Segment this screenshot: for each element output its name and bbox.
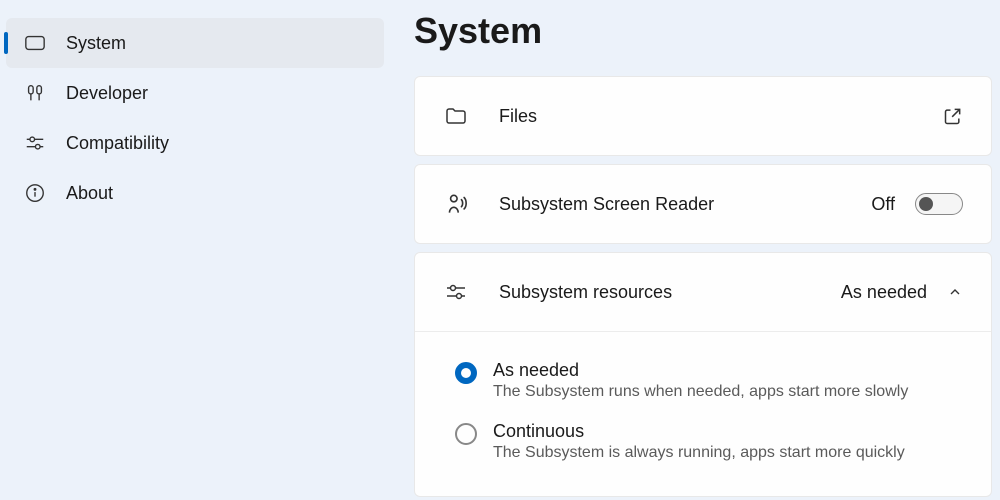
sidebar-item-about[interactable]: About (6, 168, 384, 218)
sidebar-item-developer[interactable]: Developer (6, 68, 384, 118)
screen-reader-toggle[interactable] (915, 193, 963, 215)
main-content: System Files (390, 0, 1000, 500)
resources-card: Subsystem resources As needed As needed … (414, 252, 992, 497)
resources-header[interactable]: Subsystem resources As needed (415, 253, 991, 331)
option-title: As needed (493, 360, 908, 381)
screen-reader-status: Off (871, 194, 895, 215)
display-icon (24, 32, 46, 54)
resources-options: As needed The Subsystem runs when needed… (415, 332, 991, 496)
sliders-icon (443, 279, 469, 305)
sidebar: System Developer Compatibility (0, 0, 390, 500)
page-title: System (414, 10, 992, 52)
resources-label: Subsystem resources (499, 282, 841, 303)
accessibility-icon (443, 191, 469, 217)
resource-option-continuous[interactable]: Continuous The Subsystem is always runni… (455, 411, 963, 472)
files-label: Files (499, 106, 943, 127)
resource-option-as-needed[interactable]: As needed The Subsystem runs when needed… (455, 350, 963, 411)
resources-value: As needed (841, 282, 927, 303)
sidebar-item-label: Compatibility (66, 133, 169, 154)
developer-icon (24, 82, 46, 104)
sliders-icon (24, 132, 46, 154)
sidebar-item-label: Developer (66, 83, 148, 104)
files-card[interactable]: Files (414, 76, 992, 156)
sidebar-item-label: About (66, 183, 113, 204)
option-title: Continuous (493, 421, 905, 442)
folder-icon (443, 103, 469, 129)
open-external-icon[interactable] (943, 106, 963, 126)
option-desc: The Subsystem runs when needed, apps sta… (493, 383, 908, 401)
screen-reader-card: Subsystem Screen Reader Off (414, 164, 992, 244)
chevron-up-icon[interactable] (947, 284, 963, 300)
screen-reader-label: Subsystem Screen Reader (499, 194, 871, 215)
option-desc: The Subsystem is always running, apps st… (493, 444, 905, 462)
radio-button[interactable] (455, 362, 477, 384)
sidebar-item-system[interactable]: System (6, 18, 384, 68)
info-icon (24, 182, 46, 204)
sidebar-item-compatibility[interactable]: Compatibility (6, 118, 384, 168)
radio-button[interactable] (455, 423, 477, 445)
sidebar-item-label: System (66, 33, 126, 54)
